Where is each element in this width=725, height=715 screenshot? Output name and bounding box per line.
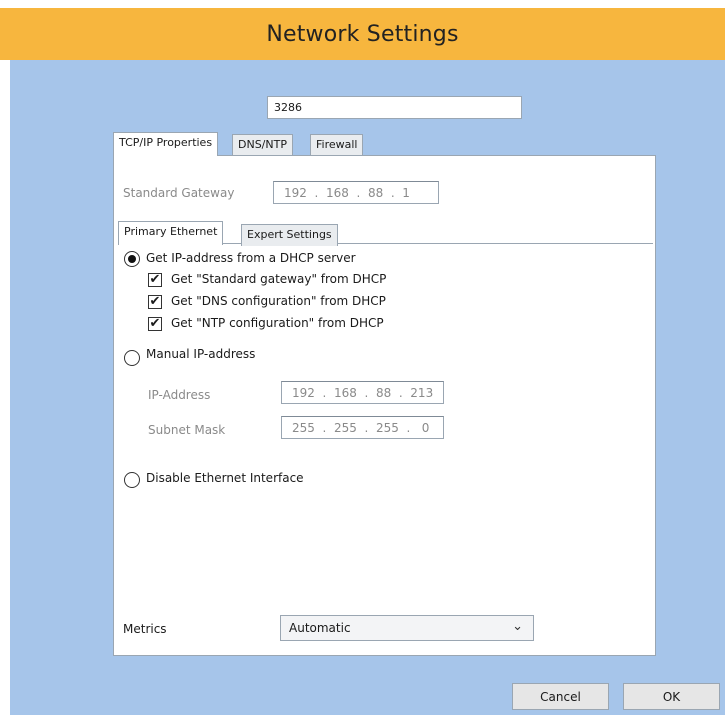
tab-tcp-ip-properties[interactable]: TCP/IP Properties <box>113 132 219 156</box>
check-icon: ✔ <box>149 272 161 287</box>
cancel-button[interactable]: Cancel <box>512 683 609 710</box>
title-bar: Network Settings <box>0 8 725 60</box>
get-dns-label: Get "DNS configuration" from DHCP <box>171 294 386 308</box>
manual-ip-radio[interactable] <box>124 350 140 366</box>
check-icon: ✔ <box>149 294 161 309</box>
metrics-selected-value: Automatic <box>289 621 351 635</box>
get-dns-checkbox[interactable]: ✔ <box>148 295 162 309</box>
subnet-mask-field[interactable]: 255 . 255 . 255 . 0 <box>281 416 444 439</box>
dhcp-radio[interactable] <box>124 251 140 267</box>
ok-button[interactable]: OK <box>623 683 720 710</box>
get-ntp-label: Get "NTP configuration" from DHCP <box>171 316 384 330</box>
subnet-mask-label: Subnet Mask <box>148 423 226 437</box>
gateway-label: Standard Gateway <box>123 186 235 200</box>
subtab-expert-settings[interactable]: Expert Settings <box>241 224 338 246</box>
get-gateway-checkbox[interactable]: ✔ <box>148 273 162 287</box>
disable-ethernet-label: Disable Ethernet Interface <box>146 471 304 485</box>
get-ntp-checkbox[interactable]: ✔ <box>148 317 162 331</box>
dhcp-radio-label: Get IP-address from a DHCP server <box>146 251 356 265</box>
ip-address-field[interactable]: 192 . 168 . 88 . 213 <box>281 381 444 404</box>
tab-dns-ntp[interactable]: DNS/NTP <box>232 134 293 156</box>
metrics-dropdown[interactable]: Automatic ⌄ <box>280 615 534 641</box>
manual-ip-radio-label: Manual IP-address <box>146 347 256 361</box>
ip-address-label: IP-Address <box>148 388 211 402</box>
subtab-primary-ethernet[interactable]: Primary Ethernet <box>118 221 224 245</box>
get-gateway-label: Get "Standard gateway" from DHCP <box>171 272 387 286</box>
device-id-field[interactable]: 3286 <box>267 96 522 119</box>
radio-selected-dot <box>128 255 136 263</box>
gateway-ip-field[interactable]: 192 . 168 . 88 . 1 <box>273 181 439 204</box>
tab-firewall[interactable]: Firewall <box>310 134 364 156</box>
check-icon: ✔ <box>149 316 161 331</box>
window-title: Network Settings <box>266 21 459 47</box>
disable-ethernet-radio[interactable] <box>124 472 140 488</box>
chevron-down-icon: ⌄ <box>512 619 523 634</box>
metrics-label: Metrics <box>123 622 167 636</box>
